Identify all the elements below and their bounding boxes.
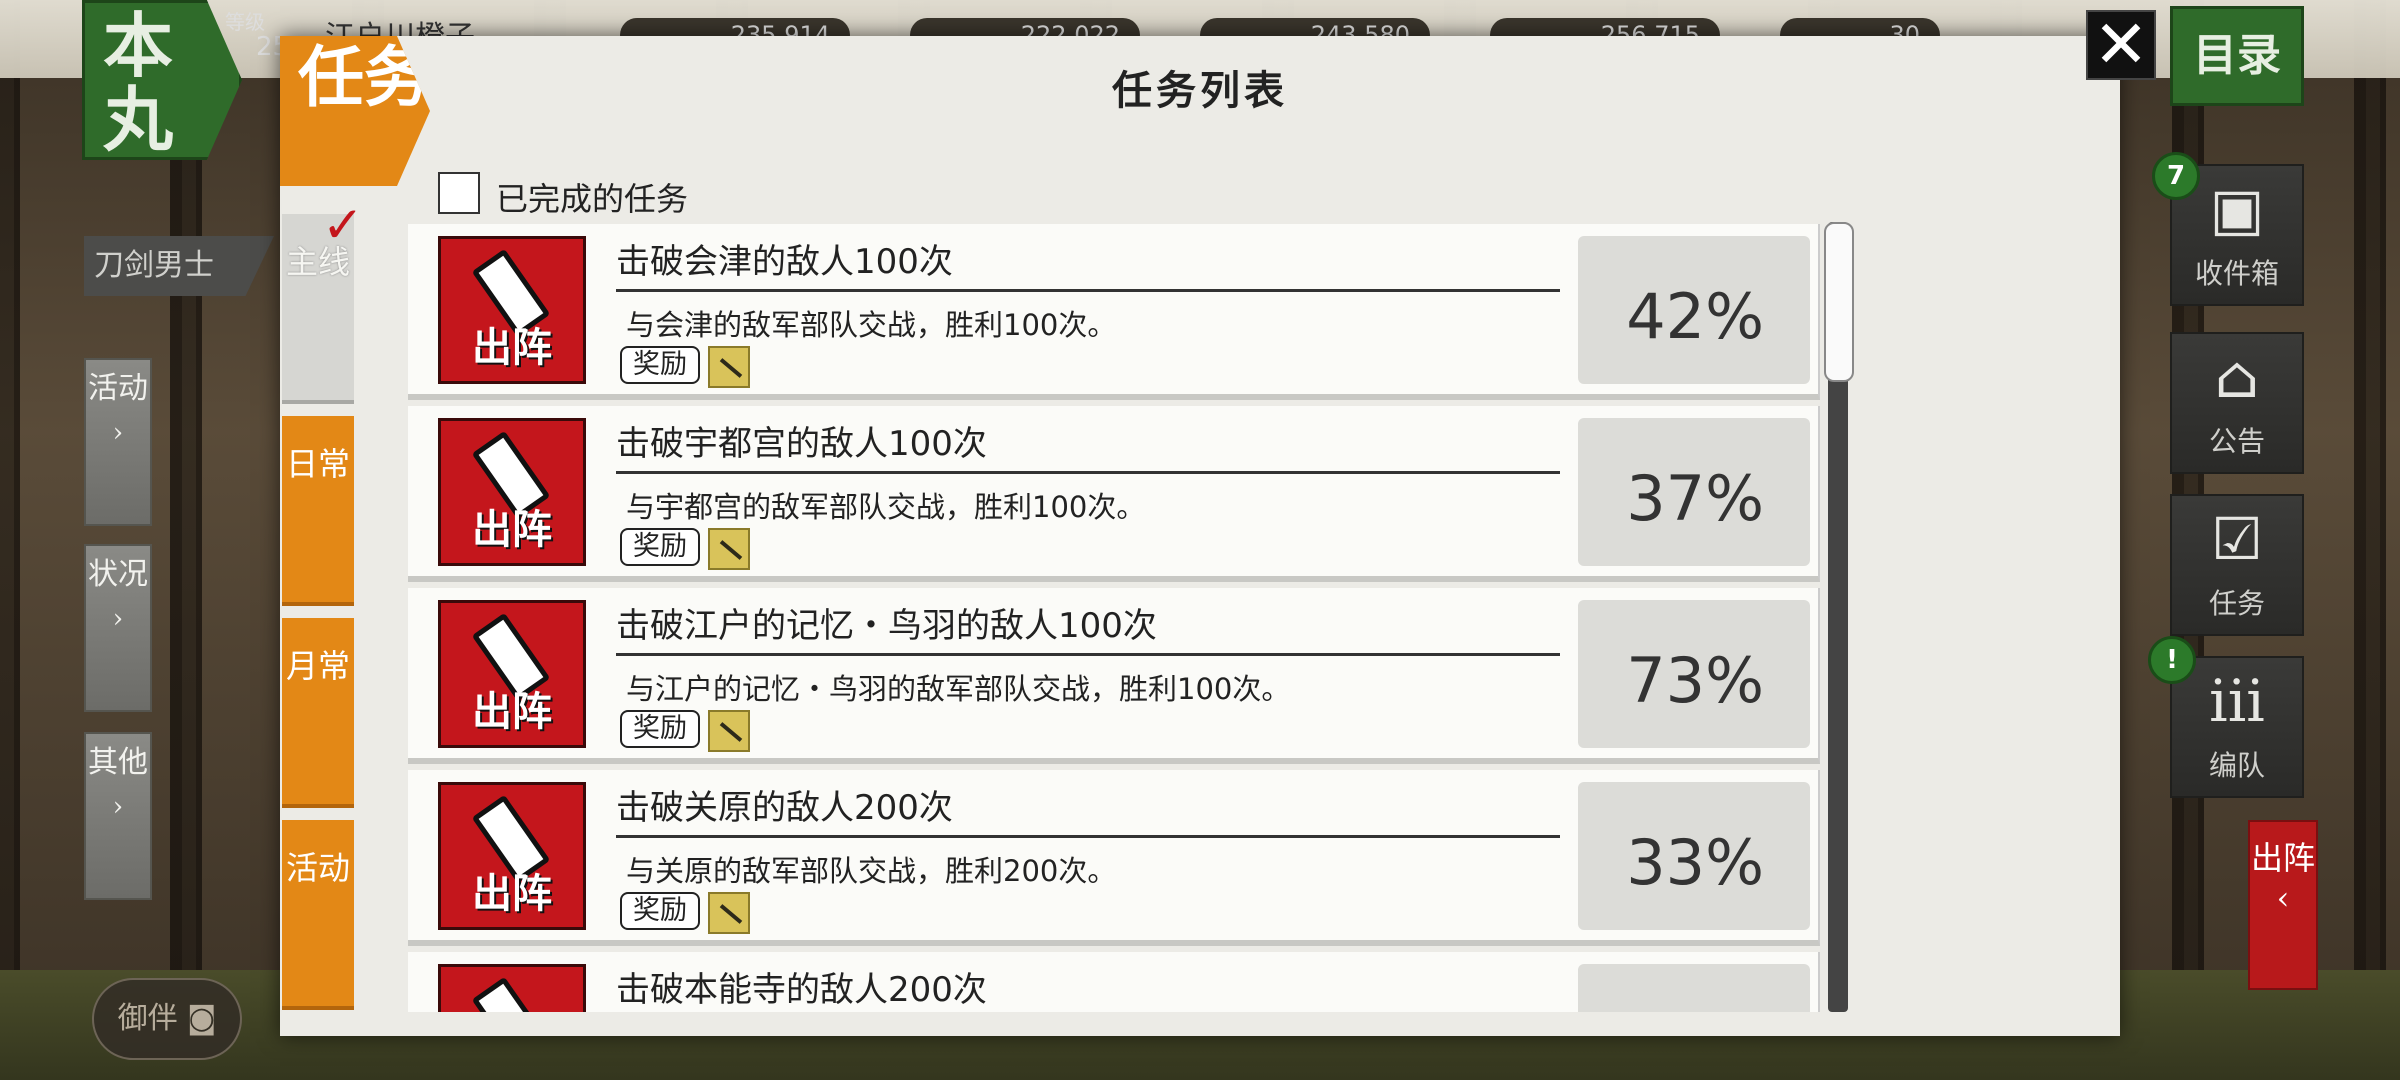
progress-box: [1578, 964, 1810, 1012]
house-icon: ⌂: [2214, 343, 2260, 411]
quest-list[interactable]: 出阵 击破会津的敌人100次 与会津的敌军部队交战，胜利100次。 奖励 42%…: [402, 220, 1842, 1012]
quest-row[interactable]: 出阵 击破本能寺的敌人200次: [408, 952, 1820, 1012]
quest-description: 与江户的记忆・鸟羽的敌军部队交战，胜利100次。: [626, 672, 1291, 706]
tab-event[interactable]: 活动: [282, 820, 354, 1010]
level-label: 等级: [225, 10, 265, 34]
quest-description: 与关原的敌军部队交战，胜利200次。: [626, 854, 1117, 888]
checklist-icon: ☑: [2211, 505, 2263, 573]
quest-row[interactable]: 出阵 击破会津的敌人100次 与会津的敌军部队交战，胜利100次。 奖励 42%: [408, 224, 1820, 400]
quest-row[interactable]: 出阵 击破宇都宫的敌人100次 与宇都宫的敌军部队交战，胜利100次。 奖励 3…: [408, 406, 1820, 582]
reward-tag[interactable]: 奖励: [620, 346, 700, 384]
status-menu-label: 状况: [88, 557, 148, 592]
reward-tag[interactable]: 奖励: [620, 892, 700, 930]
event-menu-label: 活动: [88, 371, 148, 406]
close-button[interactable]: ✕: [2086, 10, 2156, 80]
progress-value: 37%: [1626, 462, 1764, 535]
sortie-icon: 出阵: [438, 964, 586, 1012]
companion-label: 御伴: [117, 1001, 178, 1036]
main-menu-button[interactable]: 目录: [2170, 6, 2304, 106]
formation-alert-badge: !: [2148, 636, 2196, 684]
quest-title: 击破关原的敌人200次: [616, 780, 1560, 838]
camera-icon: ◙: [177, 1001, 217, 1036]
inbox-count-badge: 7: [2152, 152, 2200, 200]
quest-title: 击破会津的敌人100次: [616, 234, 1560, 292]
formation-button[interactable]: iii 编队: [2170, 656, 2304, 798]
status-menu-button[interactable]: 状况 ›: [84, 544, 152, 712]
sortie-icon: 出阵: [438, 600, 586, 748]
progress-box: 73%: [1578, 600, 1810, 748]
sortie-icon: 出阵: [438, 782, 586, 930]
chevron-right-icon: ›: [112, 418, 124, 448]
progress-value: 73%: [1626, 644, 1764, 717]
reward-item-icon[interactable]: [708, 710, 750, 752]
tab-monthly[interactable]: 月常: [282, 618, 354, 808]
quest-description: 与宇都宫的敌军部队交战，胜利100次。: [626, 490, 1146, 524]
progress-value: 42%: [1626, 280, 1764, 353]
progress-value: 33%: [1626, 826, 1764, 899]
completed-checkbox[interactable]: [438, 172, 480, 214]
notice-label: 公告: [2208, 425, 2265, 458]
check-icon: ✓: [322, 196, 364, 254]
chevron-left-icon: ‹: [2276, 879, 2290, 917]
chevron-right-icon: ›: [112, 604, 124, 634]
inbox-label: 收件箱: [2194, 257, 2279, 290]
notice-button[interactable]: ⌂ 公告: [2170, 332, 2304, 474]
quest-description: 与会津的敌军部队交战，胜利100次。: [626, 308, 1117, 342]
quest-title: 击破江户的记忆・鸟羽的敌人100次: [616, 598, 1560, 656]
reward-item-icon[interactable]: [708, 892, 750, 934]
reward-item-icon[interactable]: [708, 528, 750, 570]
progress-box: 42%: [1578, 236, 1810, 384]
formation-label: 编队: [2208, 749, 2265, 782]
other-menu-label: 其他: [88, 745, 148, 780]
reward-tag[interactable]: 奖励: [620, 710, 700, 748]
quest-title: 击破宇都宫的敌人100次: [616, 416, 1560, 474]
scrollbar-thumb[interactable]: [1824, 222, 1854, 382]
quest-row[interactable]: 出阵 击破关原的敌人200次 与关原的敌军部队交战，胜利200次。 奖励 33%: [408, 770, 1820, 946]
sortie-side-label: 出阵: [2250, 839, 2315, 877]
sortie-side-button[interactable]: 出阵 ‹: [2248, 820, 2318, 990]
sword-boys-label[interactable]: 刀剑男士: [84, 236, 274, 296]
reward-item-icon[interactable]: [708, 346, 750, 388]
quest-button[interactable]: ☑ 任务: [2170, 494, 2304, 636]
modal-title: 任务列表: [1112, 67, 1288, 114]
reward-tag[interactable]: 奖励: [620, 528, 700, 566]
other-menu-button[interactable]: 其他 ›: [84, 732, 152, 900]
sortie-icon: 出阵: [438, 418, 586, 566]
event-menu-button[interactable]: 活动 ›: [84, 358, 152, 526]
quest-label: 任务: [2208, 587, 2265, 620]
quest-title: 击破本能寺的敌人200次: [616, 962, 1560, 1012]
progress-box: 33%: [1578, 782, 1810, 930]
quest-row[interactable]: 出阵 击破江户的记忆・鸟羽的敌人100次 与江户的记忆・鸟羽的敌军部队交战，胜利…: [408, 588, 1820, 764]
progress-box: 37%: [1578, 418, 1810, 566]
sortie-icon: 出阵: [438, 236, 586, 384]
completed-label: 已完成的任务: [496, 180, 689, 218]
tab-daily[interactable]: 日常: [282, 416, 354, 606]
chevron-right-icon: ›: [112, 792, 124, 822]
companion-button[interactable]: 御伴 ◙: [92, 978, 242, 1060]
